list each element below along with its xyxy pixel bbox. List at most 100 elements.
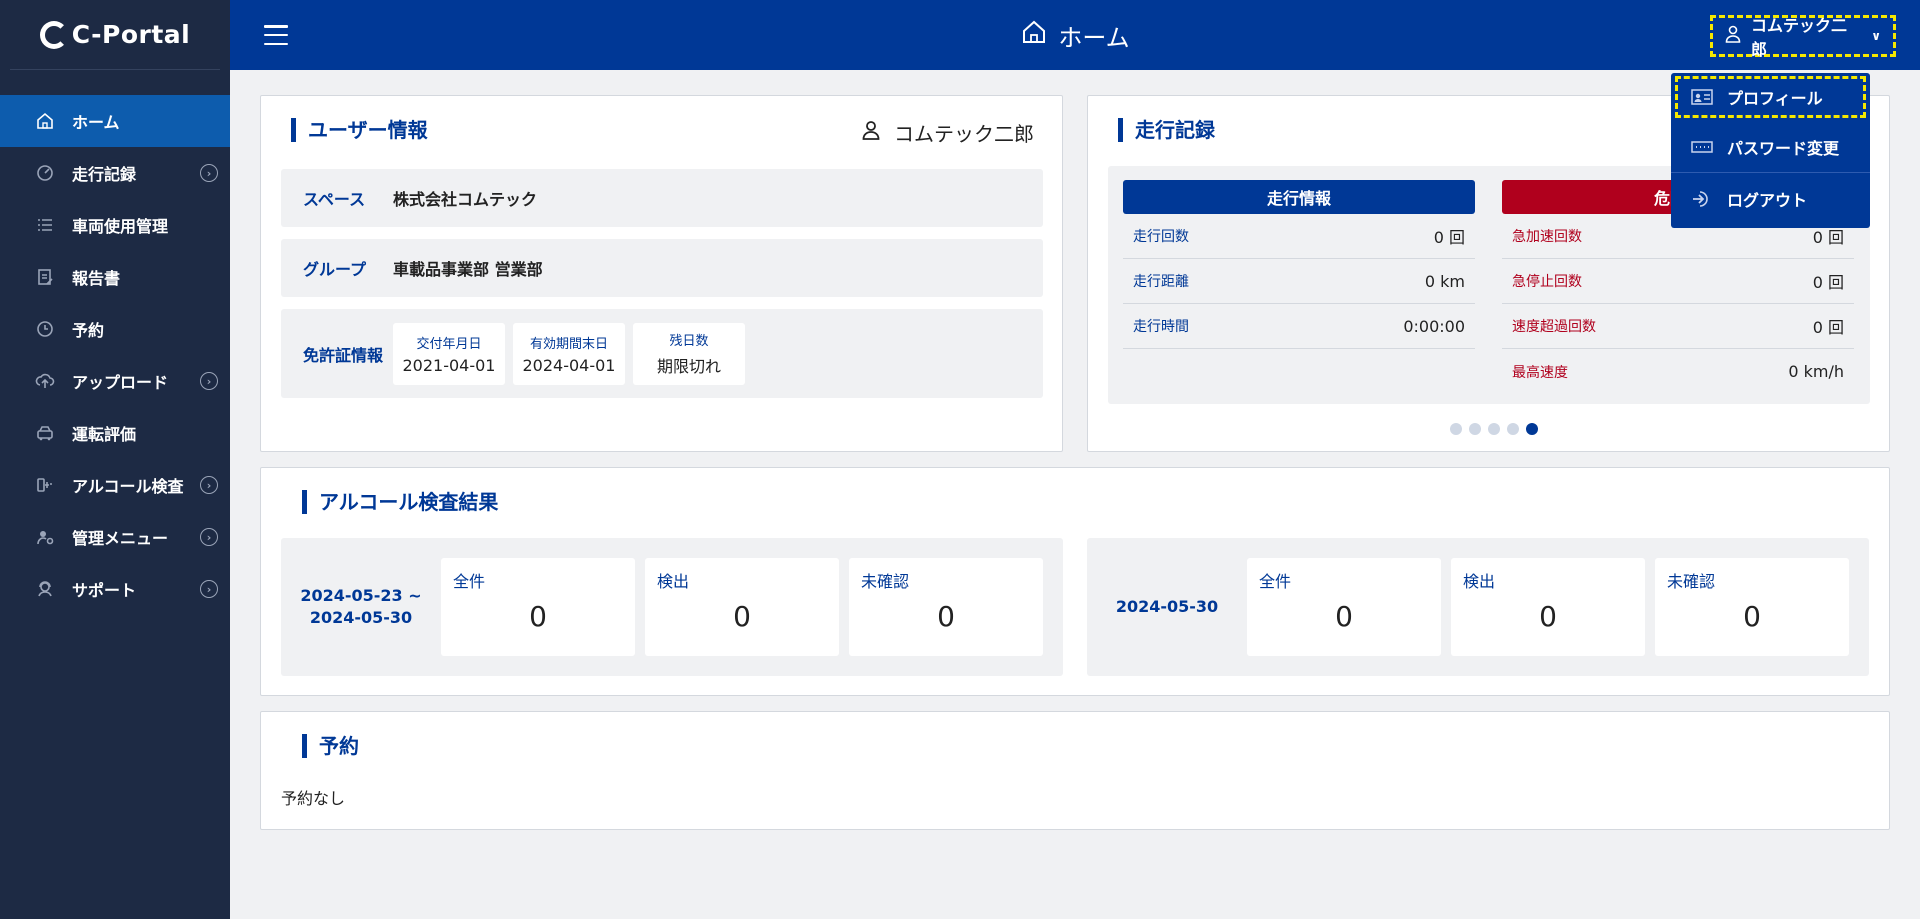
reservation-card: 予約 予約なし (260, 711, 1890, 830)
card-title: 走行記録 (1118, 118, 1215, 142)
sidebar-item-home[interactable]: ホーム (0, 95, 230, 147)
space-value: 株式会社コムテック (393, 190, 538, 209)
danger-stat-row: 急停止回数 0 回 (1502, 259, 1854, 304)
user-menu-button[interactable]: コムテック二郎 ∨ (1710, 15, 1896, 59)
menu-item-logout[interactable]: ログアウト (1671, 173, 1870, 225)
sidebar-item-report[interactable]: 報告書 (0, 251, 230, 303)
stat-value: 0 km (1424, 271, 1465, 291)
app-logo[interactable]: C-Portal (10, 0, 220, 70)
carousel-dot[interactable] (1469, 423, 1481, 435)
stat-value: 0 回 (1812, 318, 1844, 337)
sidebar-item-label: 予約 (72, 321, 105, 340)
alcohol-stat-total: 全件 0 (441, 558, 635, 656)
menu-item-change-password[interactable]: パスワード変更 (1671, 121, 1870, 173)
drive-stat-row: 走行距離 0 km (1123, 259, 1475, 304)
stat-value: 0 (529, 600, 547, 633)
date-line: 2024-05-30 (1115, 597, 1219, 616)
sidebar-item-driving-evaluation[interactable]: 運転評価 (0, 407, 230, 459)
sidebar-item-admin-menu[interactable]: 管理メニュー › (0, 511, 230, 563)
stat-value: 0 (1539, 600, 1557, 633)
group-row: グループ 車載品事業部 営業部 (281, 239, 1043, 297)
carousel-dot-active[interactable] (1526, 423, 1538, 435)
license-field-label: 交付年月日 (416, 336, 482, 352)
user-icon (862, 120, 880, 145)
upload-cloud-icon (34, 370, 56, 392)
sidebar-item-label: 走行記録 (72, 165, 137, 184)
page-title-text: ホーム (1058, 23, 1130, 52)
sidebar: C-Portal ホーム 走行記録 › 車両使用管理 報告書 予約 アップロード… (0, 0, 230, 919)
sidebar-item-label: アップロード (72, 373, 169, 392)
sidebar-item-label: 車両使用管理 (72, 217, 169, 236)
license-row: 免許証情報 交付年月日 2021-04-01 有効期間末日 2024-04-01… (281, 309, 1043, 398)
license-field-label: 有効期間末日 (529, 336, 608, 352)
sidebar-item-upload[interactable]: アップロード › (0, 355, 230, 407)
stat-value: 0:00:00 (1403, 316, 1465, 336)
user-name-text: コムテック二郎 (894, 122, 1034, 146)
stat-value: 0 km/h (1788, 362, 1844, 381)
sidebar-item-drive-record[interactable]: 走行記録 › (0, 147, 230, 199)
sidebar-item-vehicle-usage[interactable]: 車両使用管理 (0, 199, 230, 251)
home-icon (1020, 18, 1048, 52)
user-icon (1725, 25, 1741, 47)
menu-item-profile[interactable]: プロフィール (1675, 76, 1866, 118)
stat-value: 0 (733, 600, 751, 633)
stat-value: 0 (937, 600, 955, 633)
password-icon (1691, 139, 1713, 155)
sidebar-item-alcohol-check[interactable]: アルコール検査 › (0, 459, 230, 511)
stat-label: 検出 (1463, 572, 1496, 591)
group-label: グループ (303, 260, 367, 279)
stat-label: 走行回数 (1133, 229, 1189, 245)
license-expiry-date: 有効期間末日 2024-04-01 (513, 322, 625, 385)
date-line: 2024-05-30 (309, 608, 413, 627)
user-info-name: コムテック二郎 (862, 118, 1034, 147)
stat-label: 急加速回数 (1512, 229, 1582, 245)
stat-label: 急停止回数 (1512, 274, 1582, 290)
stat-label: 未確認 (861, 572, 910, 591)
breathalyzer-icon (34, 474, 56, 496)
chevron-right-icon: › (200, 372, 218, 390)
user-dropdown-menu: プロフィール パスワード変更 ログアウト (1671, 73, 1870, 228)
stat-label: 走行時間 (1133, 319, 1189, 335)
list-icon (34, 214, 56, 236)
stat-value: 0 回 (1433, 228, 1465, 247)
sidebar-item-support[interactable]: サポート › (0, 563, 230, 615)
carousel-dot[interactable] (1450, 423, 1462, 435)
card-title: アルコール検査結果 (302, 490, 498, 514)
user-info-card: ユーザー情報 コムテック二郎 スペース 株式会社コムテック グループ 車載品事業… (260, 95, 1063, 452)
top-header: ホーム コムテック二郎 ∨ (230, 0, 1920, 70)
license-remaining-days: 残日数 期限切れ (633, 322, 745, 385)
stat-label: 最高速度 (1512, 364, 1568, 381)
drive-info-header: 走行情報 (1123, 180, 1475, 214)
drive-stat-row: 走行回数 0 回 (1123, 214, 1475, 259)
menu-item-label: プロフィール (1727, 89, 1823, 108)
card-title: 予約 (302, 734, 359, 758)
stat-label: 検出 (657, 572, 690, 591)
stat-label: 全件 (453, 572, 486, 591)
page-title: ホーム (230, 0, 1920, 70)
license-field-label: 残日数 (669, 334, 709, 349)
alcohol-stat-detected: 検出 0 (1451, 558, 1645, 656)
alcohol-today-date: 2024-05-30 (1087, 538, 1247, 676)
space-label: スペース (303, 190, 366, 209)
carousel-dot[interactable] (1507, 423, 1519, 435)
sidebar-item-reservation[interactable]: 予約 (0, 303, 230, 355)
license-field-value: 期限切れ (656, 357, 721, 376)
alcohol-today-panel: 2024-05-30 全件 0 検出 0 未確認 0 (1087, 538, 1869, 676)
sidebar-nav: ホーム 走行記録 › 車両使用管理 報告書 予約 アップロード › 運転評価 ア… (0, 95, 230, 615)
date-line: 2024-05-23 ~ (300, 586, 422, 605)
profile-card-icon (1691, 89, 1713, 105)
stat-label: 走行距離 (1133, 274, 1189, 290)
space-row: スペース 株式会社コムテック (281, 169, 1043, 227)
menu-item-label: ログアウト (1727, 191, 1808, 210)
admin-gear-icon (34, 526, 56, 548)
sidebar-item-label: 報告書 (72, 269, 121, 288)
alcohol-period-panel: 2024-05-23 ~ 2024-05-30 全件 0 検出 0 未確認 0 (281, 538, 1063, 676)
alcohol-stat-unconfirmed: 未確認 0 (1655, 558, 1849, 656)
report-icon (34, 266, 56, 288)
stat-label: 速度超過回数 (1512, 319, 1596, 335)
stat-value: 0 回 (1812, 273, 1844, 292)
carousel-dot[interactable] (1488, 423, 1500, 435)
license-issue-date: 交付年月日 2021-04-01 (393, 322, 505, 385)
sidebar-item-label: ホーム (72, 113, 120, 132)
chevron-down-icon: ∨ (1871, 29, 1881, 43)
